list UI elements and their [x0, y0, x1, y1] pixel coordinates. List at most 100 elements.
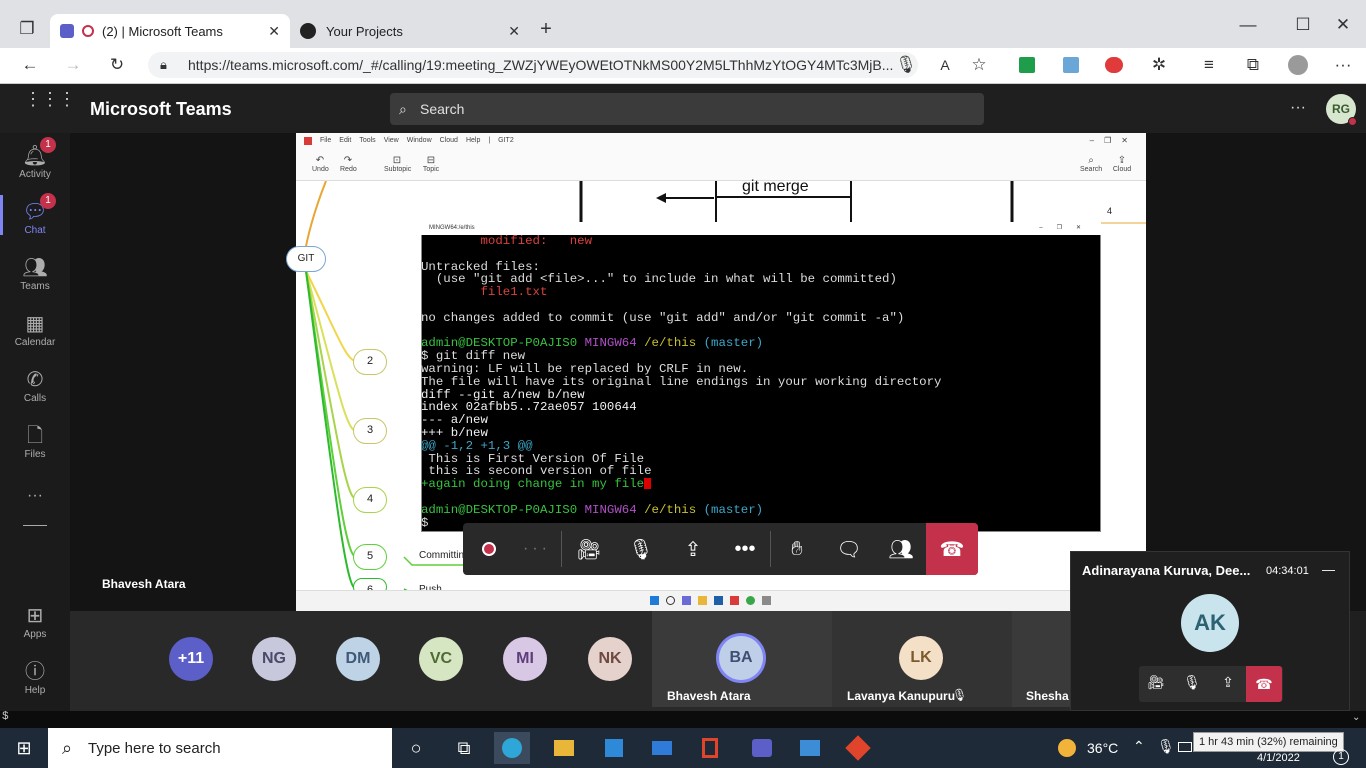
undo-button[interactable]: ↶ Undo — [312, 155, 329, 173]
root-topic[interactable]: GIT — [286, 246, 326, 272]
chat-button[interactable]: 🗨︎ — [823, 523, 875, 575]
git-icon[interactable] — [840, 732, 876, 764]
rail-more[interactable]: ··· — [0, 487, 70, 505]
rail-calls[interactable]: ✆ Calls — [0, 367, 70, 404]
profile-avatar[interactable] — [1288, 55, 1308, 75]
file-explorer-icon[interactable] — [546, 732, 582, 764]
terminal-window-controls[interactable]: –❐✕ — [1039, 222, 1095, 235]
mail-icon[interactable] — [644, 732, 680, 764]
subtopic-button[interactable]: ⊡ Subtopic — [384, 155, 411, 173]
more-actions-button[interactable]: ••• — [719, 523, 771, 575]
menu-item[interactable]: Tools — [359, 137, 375, 144]
notifications-icon[interactable]: 1 — [1333, 749, 1349, 765]
topic-button[interactable]: ⊟ Topic — [422, 155, 440, 173]
hang-up-button[interactable]: ☎ — [926, 523, 978, 575]
redo-button[interactable]: ↷ Redo — [340, 155, 357, 173]
microphone-icon[interactable]: 🎙︎ — [893, 52, 919, 78]
tab-actions-icon[interactable]: ❐ — [14, 16, 40, 42]
mini-camera-off-button[interactable]: 🎥︎ — [1144, 674, 1168, 691]
mini-hang-up-button[interactable]: ☎ — [1246, 666, 1282, 702]
refresh-button[interactable]: ↻ — [104, 52, 130, 78]
settings-more-icon[interactable]: ··· — [1330, 52, 1356, 78]
back-button[interactable]: ← — [17, 52, 43, 78]
favorites-icon[interactable]: ≡ — [1196, 52, 1222, 78]
terminal-line: The file will have its original line end… — [421, 374, 942, 389]
participant-avatar[interactable]: VC — [419, 637, 463, 681]
recording-button[interactable] — [463, 523, 515, 575]
store-icon[interactable] — [596, 732, 632, 764]
cortana-icon[interactable]: ○ — [398, 732, 434, 764]
url-input[interactable]: 🔒︎ https://teams.microsoft.com/_#/callin… — [148, 52, 918, 78]
phone-hangup-icon: ☎ — [939, 538, 965, 561]
participant-avatar[interactable]: DM — [336, 637, 380, 681]
video-tile[interactable]: Shesha T — [1012, 611, 1070, 707]
rail-teams[interactable]: 👥︎ Teams — [0, 255, 70, 292]
photos-icon[interactable] — [792, 732, 828, 764]
date[interactable]: 4/1/2022 — [1257, 752, 1300, 764]
collections-icon[interactable]: ⧉ — [1240, 52, 1266, 78]
extensions-icon[interactable]: ✲ — [1146, 52, 1172, 78]
extension-icon[interactable] — [1063, 57, 1079, 73]
share-button[interactable]: ⇪ — [667, 523, 719, 575]
battery-icon[interactable] — [1178, 742, 1192, 752]
rail-chat[interactable]: 💬︎ 1 Chat — [0, 193, 70, 236]
camera-off-button[interactable]: 🎥︎ — [563, 523, 615, 575]
tab-github[interactable]: Your Projects ✕ — [290, 14, 530, 48]
participant-avatar[interactable]: NK — [588, 637, 632, 681]
rail-label: Help — [24, 685, 46, 696]
search-input[interactable]: ⌕ Search — [390, 93, 984, 125]
rail-help[interactable]: ⓘ Help — [0, 659, 70, 696]
rail-calendar[interactable]: ▦ Calendar — [0, 311, 70, 348]
taskbar-search-input[interactable]: ⌕ Type here to search — [48, 728, 392, 768]
temperature[interactable]: 36°C — [1087, 740, 1118, 756]
tab-teams[interactable]: (2) | Microsoft Teams ✕ — [50, 14, 290, 48]
terminal-output[interactable]: modified: new Untracked files: (use "git… — [421, 235, 1096, 531]
xmind-window-controls[interactable]: –❐✕ — [1090, 136, 1138, 145]
xmind-cloud-button[interactable]: ⇪ Cloud — [1112, 155, 1132, 173]
rail-apps[interactable]: ⊞ Apps — [0, 603, 70, 640]
participant-avatar[interactable]: NG — [252, 637, 296, 681]
maximize-button[interactable]: ☐ — [1290, 12, 1316, 38]
add-favorite-icon[interactable]: ☆ — [966, 52, 992, 78]
mini-share-button[interactable]: ⇪ — [1216, 674, 1240, 691]
topic-node[interactable]: 3 — [353, 418, 387, 444]
menu-item[interactable]: Cloud — [440, 137, 458, 144]
mic-off-button[interactable]: 🎙︎ — [615, 523, 667, 575]
xmind-search-button[interactable]: ⌕ Search — [1080, 155, 1102, 173]
start-button[interactable]: ⊞ — [6, 732, 42, 764]
extension-icon[interactable] — [1105, 57, 1123, 73]
menu-item[interactable]: File — [320, 137, 331, 144]
menu-item[interactable]: Help — [466, 137, 480, 144]
participants-button[interactable]: 👥︎ — [875, 523, 927, 575]
topic-node[interactable]: 2 — [353, 349, 387, 375]
rail-files[interactable]: 🗋 Files — [0, 423, 70, 460]
scroll-down-icon[interactable]: ⌄ — [1352, 712, 1366, 726]
teams-taskbar-icon[interactable] — [744, 732, 780, 764]
close-window-button[interactable]: ✕ — [1330, 12, 1356, 38]
raise-hand-button[interactable]: ✋︎ — [771, 523, 823, 575]
more-participants[interactable]: +11 — [169, 637, 213, 681]
close-tab-icon[interactable]: ✕ — [508, 23, 520, 40]
show-hidden-icons[interactable]: ⌃ — [1133, 738, 1145, 755]
menu-item[interactable]: Window — [407, 137, 432, 144]
close-tab-icon[interactable]: ✕ — [268, 23, 280, 40]
forward-button[interactable]: → — [60, 52, 86, 78]
task-view-icon[interactable]: ⧉ — [446, 732, 482, 764]
menu-item[interactable]: Edit — [339, 137, 351, 144]
participant-avatar[interactable]: MI — [503, 637, 547, 681]
mini-mic-off-button[interactable]: 🎙︎ — [1180, 674, 1204, 691]
edge-icon[interactable] — [494, 732, 530, 764]
app-launcher-icon[interactable]: ⋮⋮⋮ — [24, 90, 76, 108]
minimize-button[interactable]: — — [1235, 12, 1261, 38]
extension-icon[interactable] — [1019, 57, 1035, 73]
topic-node[interactable]: 4 — [353, 487, 387, 513]
folder-icon — [698, 596, 707, 605]
more-options-icon[interactable]: ··· — [1290, 99, 1306, 117]
menu-item[interactable]: View — [384, 137, 399, 144]
topic-node[interactable]: 5 — [353, 544, 387, 570]
minimize-call-button[interactable]: — — [1322, 562, 1335, 577]
rail-activity[interactable]: 🔔︎ 1 Activity — [0, 137, 70, 180]
office-icon[interactable] — [692, 732, 728, 764]
read-aloud-icon[interactable]: A — [932, 52, 958, 78]
new-tab-button[interactable]: + — [533, 16, 559, 42]
